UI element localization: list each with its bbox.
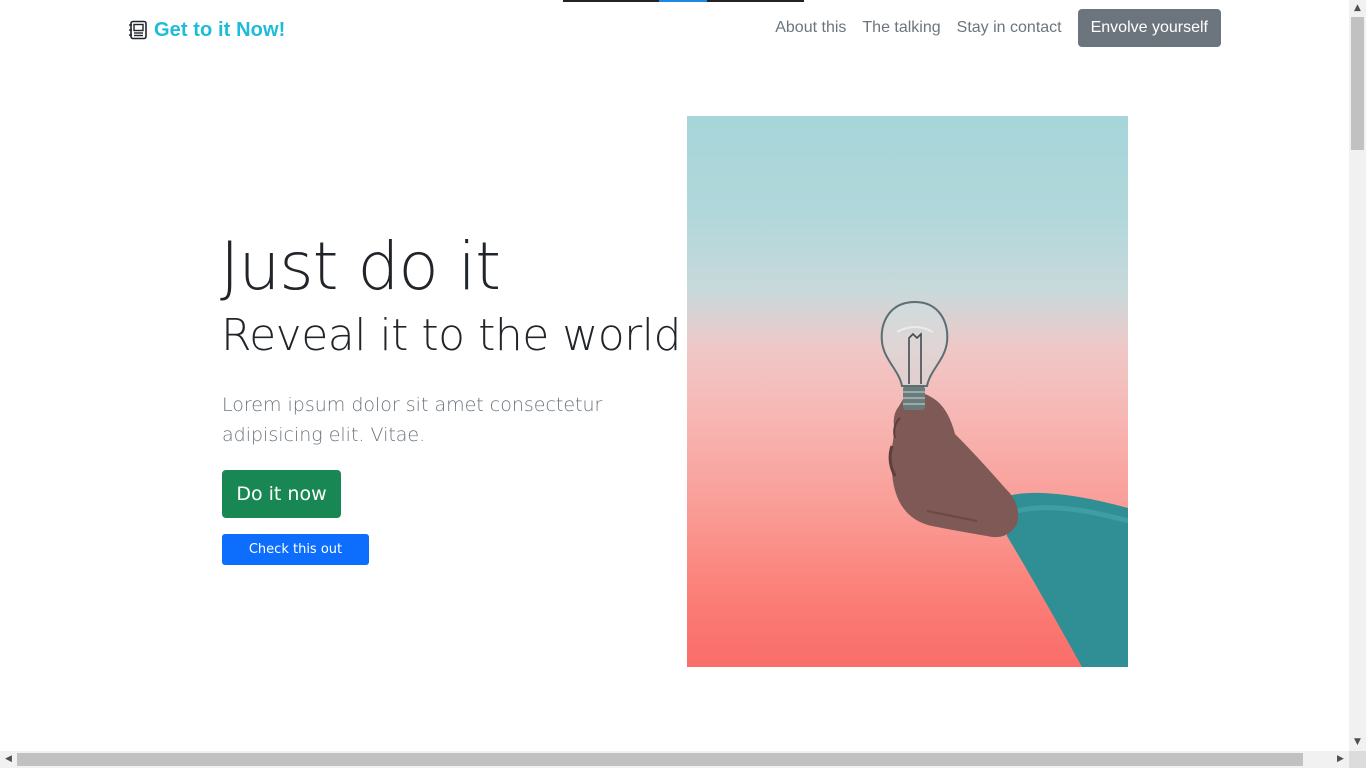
scrollbar-corner — [1349, 751, 1366, 768]
horizontal-scroll-thumb[interactable] — [17, 753, 1303, 766]
nav-link-about[interactable]: About this — [775, 8, 846, 48]
scroll-up-icon[interactable]: ▲ — [1349, 0, 1366, 17]
lightbulb-illustration — [880, 300, 1128, 667]
hero-subtitle: Reveal it to the world — [221, 310, 681, 361]
lightbulb-in-hand-image — [687, 116, 1128, 667]
top-progress-accent — [659, 0, 707, 2]
nav-link-contact[interactable]: Stay in contact — [957, 8, 1062, 48]
vertical-scroll-thumb[interactable] — [1351, 17, 1364, 150]
main-nav: About this The talking Stay in contact E… — [775, 8, 1221, 48]
brand-text: Get to it Now! — [154, 18, 286, 41]
hero-title: Just do it — [220, 228, 501, 305]
journal-icon — [128, 20, 148, 40]
check-this-out-button[interactable]: Check this out — [222, 534, 369, 565]
horizontal-scrollbar[interactable]: ◀ ▶ — [0, 751, 1349, 768]
scroll-left-icon[interactable]: ◀ — [0, 751, 17, 768]
scroll-down-icon[interactable]: ▼ — [1349, 734, 1366, 751]
vertical-scrollbar[interactable]: ▲ ▼ — [1349, 0, 1366, 751]
navbar-brand[interactable]: Get to it Now! — [128, 17, 285, 43]
nav-link-talking[interactable]: The talking — [862, 8, 940, 48]
hero-description: Lorem ipsum dolor sit amet consectetur a… — [222, 394, 603, 446]
do-it-now-button[interactable]: Do it now — [222, 470, 341, 518]
page: Get to it Now! About this The talking St… — [0, 0, 1349, 751]
scroll-right-icon[interactable]: ▶ — [1332, 751, 1349, 768]
envolve-button[interactable]: Envolve yourself — [1077, 9, 1221, 47]
